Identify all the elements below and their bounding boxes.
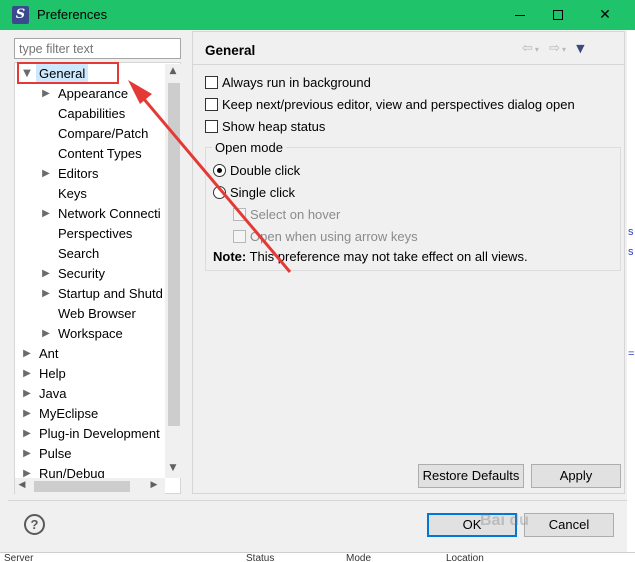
title-bar: S Preferences ✕: [0, 0, 635, 30]
chevron-right-icon[interactable]: ▶: [41, 264, 51, 284]
chevron-right-icon[interactable]: ▶: [22, 404, 32, 424]
tree-item-startup-and-shutd[interactable]: Startup and Shutd: [58, 284, 163, 304]
double-click-label: Double click: [230, 162, 301, 178]
maximize-icon: [553, 10, 563, 20]
double-click-radio[interactable]: [213, 163, 226, 177]
keep-dialog-open-checkbox[interactable]: [205, 97, 218, 111]
tree-item-workspace[interactable]: Workspace: [58, 324, 123, 344]
chevron-right-icon[interactable]: ▶: [41, 84, 51, 104]
note-text: Note: This preference may not take effec…: [213, 249, 528, 264]
note-message: This preference may not take effect on a…: [249, 249, 528, 264]
always-run-background-checkbox[interactable]: [205, 75, 218, 89]
forward-icon[interactable]: ⇨: [549, 41, 560, 56]
chevron-right-icon[interactable]: ▶: [41, 284, 51, 304]
cancel-button[interactable]: Cancel: [524, 513, 614, 537]
tree-item-appearance[interactable]: Appearance: [58, 84, 128, 104]
view-menu-icon[interactable]: ▼: [576, 42, 584, 55]
preferences-window: S Preferences ✕ s s = ▼ General ▶ Appearanc…: [0, 0, 635, 562]
chevron-right-icon[interactable]: ▶: [22, 444, 32, 464]
chevron-right-icon[interactable]: ▶: [22, 344, 32, 364]
mode-column-header: Mode: [346, 553, 372, 562]
restore-defaults-button[interactable]: Restore Defaults: [418, 464, 524, 488]
tree-item-pulse[interactable]: Pulse: [39, 444, 72, 464]
keep-dialog-open-option[interactable]: Keep next/previous editor, view and pers…: [205, 95, 575, 113]
tree-item-plug-in-development[interactable]: Plug-in Development: [39, 424, 160, 444]
tree-item-web-browser[interactable]: Web Browser: [58, 304, 136, 324]
keep-dialog-open-label: Keep next/previous editor, view and pers…: [222, 96, 575, 112]
page-navigation: ⇦ ▾ ⇨ ▾ ▼: [522, 41, 591, 56]
page-title: General: [205, 43, 256, 58]
tree-item-security[interactable]: Security: [58, 264, 105, 284]
myeclipse-logo-icon: S: [12, 6, 29, 24]
tree-item-myeclipse[interactable]: MyEclipse: [39, 404, 98, 424]
tree-item-compare-patch[interactable]: Compare/Patch: [58, 124, 148, 144]
apply-button[interactable]: Apply: [531, 464, 621, 488]
chevron-right-icon[interactable]: ▶: [22, 384, 32, 404]
tree-item-editors[interactable]: Editors: [58, 164, 98, 184]
show-heap-label: Show heap status: [222, 118, 326, 134]
note-label: Note:: [213, 249, 247, 264]
chevron-right-icon[interactable]: ▶: [41, 204, 51, 224]
tree-item-help[interactable]: Help: [39, 364, 66, 384]
watermark-logo: Bai du: [480, 512, 529, 529]
always-run-background-label: Always run in background: [222, 74, 371, 90]
tree-hscroll-thumb[interactable]: [34, 481, 130, 492]
double-click-option[interactable]: Double click: [213, 161, 300, 179]
background-window-fragment: s s =: [627, 30, 635, 562]
server-column-header: Server: [4, 553, 34, 562]
always-run-background-option[interactable]: Always run in background: [205, 73, 371, 91]
show-heap-option[interactable]: Show heap status: [205, 117, 325, 135]
tree-item-network-connecti[interactable]: Network Connecti: [58, 204, 161, 224]
select-on-hover-option: Select on hover: [233, 205, 340, 223]
close-button[interactable]: ✕: [582, 0, 628, 30]
tree-item-java[interactable]: Java: [39, 384, 66, 404]
location-column-header: Location: [446, 553, 484, 562]
single-click-option[interactable]: Single click: [213, 183, 295, 201]
tree-scroll-thumb[interactable]: [168, 83, 180, 426]
open-arrow-keys-option: Open when using arrow keys: [233, 227, 418, 245]
scroll-up-icon[interactable]: ▲: [165, 66, 181, 76]
button-bar-divider: [8, 500, 627, 501]
background-servers-header: Server Status Mode Location: [0, 552, 635, 562]
tree-item-perspectives[interactable]: Perspectives: [58, 224, 132, 244]
back-icon[interactable]: ⇦: [522, 41, 533, 56]
scroll-right-icon[interactable]: ▶: [148, 480, 160, 490]
tree-item-content-types[interactable]: Content Types: [58, 144, 142, 164]
tree-item-keys[interactable]: Keys: [58, 184, 87, 204]
chevron-right-icon[interactable]: ▶: [41, 324, 51, 344]
chevron-right-icon[interactable]: ▶: [22, 364, 32, 384]
chevron-right-icon[interactable]: ▶: [41, 164, 51, 184]
open-arrow-keys-checkbox: [233, 229, 246, 243]
close-icon: ✕: [599, 7, 611, 23]
single-click-label: Single click: [230, 184, 296, 200]
maximize-button[interactable]: [535, 0, 581, 30]
single-click-radio[interactable]: [213, 185, 226, 199]
open-arrow-keys-label: Open when using arrow keys: [250, 228, 418, 244]
chevron-right-icon[interactable]: ▶: [22, 424, 32, 444]
filter-input[interactable]: [14, 38, 181, 59]
help-icon[interactable]: ?: [24, 514, 45, 535]
back-menu-icon[interactable]: ▾: [535, 45, 539, 54]
annotation-highlight-box: [17, 62, 119, 84]
scroll-down-icon[interactable]: ▼: [165, 463, 181, 473]
select-on-hover-label: Select on hover: [250, 206, 341, 222]
tree-item-capabilities[interactable]: Capabilities: [58, 104, 125, 124]
open-mode-title: Open mode: [212, 140, 286, 155]
select-on-hover-checkbox: [233, 207, 246, 221]
tree-item-ant[interactable]: Ant: [39, 344, 59, 364]
status-column-header: Status: [246, 553, 275, 562]
minimize-icon: [515, 14, 525, 16]
header-divider: [193, 64, 624, 65]
forward-menu-icon[interactable]: ▾: [562, 45, 566, 54]
window-title: Preferences: [37, 7, 108, 22]
show-heap-checkbox[interactable]: [205, 119, 218, 133]
tree-item-search[interactable]: Search: [58, 244, 99, 264]
scroll-left-icon[interactable]: ◀: [16, 480, 28, 490]
